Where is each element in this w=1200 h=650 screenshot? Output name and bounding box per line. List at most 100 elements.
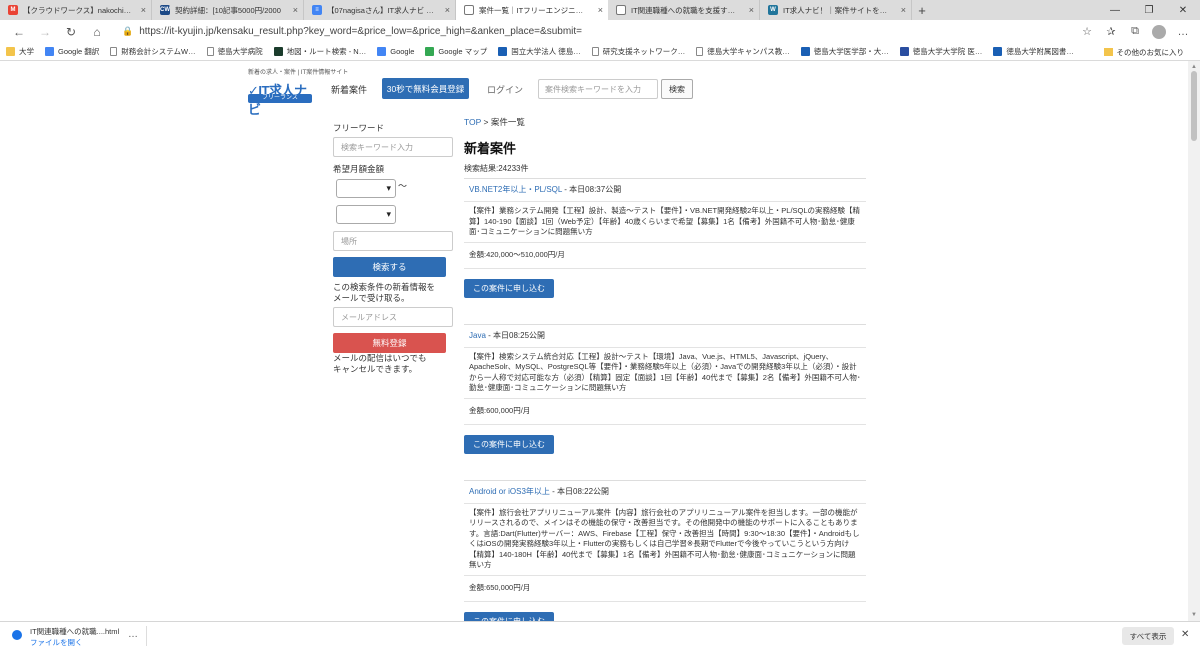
search-submit-button[interactable]: 検索する xyxy=(333,257,446,277)
bookmark-item[interactable]: 徳島大学附属図書… xyxy=(993,46,1074,57)
univ-icon xyxy=(993,47,1003,56)
close-window-icon[interactable]: ✕ xyxy=(1166,0,1200,20)
listing-skill-link[interactable]: Java xyxy=(469,331,486,340)
bookmark-item[interactable]: 徳島大学キャンパス教… xyxy=(696,46,790,57)
bookmark-item[interactable]: Google 翻訳 xyxy=(45,46,99,57)
close-tab-icon[interactable]: × xyxy=(445,5,450,15)
freeword-label: フリーワード xyxy=(333,123,385,133)
bookmark-label: Google xyxy=(390,47,415,56)
browser-tab[interactable]: CW 契約詳細：[10記事5000円/2000 × xyxy=(152,0,304,20)
univ-icon xyxy=(498,47,508,56)
breadcrumb-top-link[interactable]: TOP xyxy=(464,117,481,127)
bookmark-item[interactable]: 徳島大学医学部・大… xyxy=(800,46,889,57)
listing-skill-link[interactable]: Android or iOS3年以上 xyxy=(469,487,550,496)
window-controls: — ❐ ✕ xyxy=(1098,0,1200,20)
header-search-input[interactable]: 案件検索キーワードを入力 xyxy=(538,79,658,99)
scrollbar-thumb[interactable] xyxy=(1191,71,1197,141)
free-register-button[interactable]: 無料登録 xyxy=(333,333,446,353)
profile-icon[interactable] xyxy=(1148,22,1170,42)
browser-tab[interactable]: M 【クラウドワークス】nakochiさんから… × xyxy=(0,0,152,20)
home-icon[interactable]: ⌂ xyxy=(84,21,110,43)
reload-icon[interactable]: ↻ xyxy=(58,21,84,43)
bookmark-label: 財務会計システムW… xyxy=(121,47,196,56)
bookmark-label: 地図・ルート検索 - N… xyxy=(286,47,367,56)
url-field[interactable]: 🔒 https://it-kyujin.jp/kensaku_result.ph… xyxy=(118,23,1070,41)
freeword-input[interactable]: 検索キーワード入力 xyxy=(333,137,453,157)
gmail-icon: M xyxy=(8,5,18,15)
download-bar: IT関連職種への就職....html ファイルを開く … すべて表示 ✕ xyxy=(0,621,1200,650)
bookmark-label: 徳島大学キャンパス教… xyxy=(707,47,790,56)
result-count: 検索結果:24233件 xyxy=(464,164,529,173)
download-more-icon[interactable]: … xyxy=(128,629,138,640)
lock-icon[interactable]: 🔒 xyxy=(122,26,133,37)
bookmark-item[interactable]: 財務会計システムW… xyxy=(110,46,196,57)
bookmark-item[interactable]: 徳島大学大学院 医… xyxy=(899,46,982,57)
close-tab-icon[interactable]: × xyxy=(293,5,298,15)
back-icon[interactable]: ← xyxy=(6,21,32,43)
close-tab-icon[interactable]: × xyxy=(598,5,603,15)
bookmark-label: 国立大学法人 徳島… xyxy=(511,47,581,56)
close-tab-icon[interactable]: × xyxy=(901,5,906,15)
close-tab-icon[interactable]: × xyxy=(141,5,146,15)
bookmark-item[interactable]: 地図・ルート検索 - N… xyxy=(273,46,367,57)
listing-skill-link[interactable]: VB.NET2年以上・PL/SQL xyxy=(469,185,562,194)
other-bookmarks-label: その他のお気に入り xyxy=(1116,47,1185,57)
web-page: 新着の求人・案件 | IT案件情報サイト ✓IT求人ナビ フリーランス 新着案件… xyxy=(0,61,1188,621)
close-download-bar-icon[interactable]: ✕ xyxy=(1181,629,1189,640)
bookmark-item[interactable]: Google xyxy=(377,47,414,56)
show-all-downloads-button[interactable]: すべて表示 xyxy=(1122,627,1174,645)
listing-card: Android or iOS3年以上 - 本日08:22公開 【案件】旅行会社アプ… xyxy=(464,479,866,621)
address-bar: ← → ↻ ⌂ 🔒 https://it-kyujin.jp/kensaku_r… xyxy=(0,20,1200,43)
tab-title: 【クラウドワークス】nakochiさんから… xyxy=(23,5,133,15)
minimize-icon[interactable]: — xyxy=(1098,0,1132,20)
email-input[interactable]: メールアドレス xyxy=(333,307,453,327)
logo-sub: フリーランス xyxy=(248,94,312,103)
bookmark-item[interactable]: 大学 xyxy=(6,46,34,57)
browser-tab[interactable]: W IT求人ナビ！｜案件サイトを徹底比 × xyxy=(760,0,912,20)
apply-button[interactable]: この案件に申し込む xyxy=(464,434,554,454)
page-scrollbar[interactable]: ▲ ▼ xyxy=(1188,61,1200,621)
bookmark-item[interactable]: 徳島大学病院 xyxy=(206,46,263,57)
header-search-button[interactable]: 検索 xyxy=(661,79,693,99)
bookmark-item[interactable]: 国立大学法人 徳島… xyxy=(498,46,581,57)
login-link[interactable]: ログイン xyxy=(487,83,523,96)
listing-description: 【案件】旅行会社アプリリニューアル案件【内容】旅行会社のアプリリニューアル案件を… xyxy=(464,502,866,576)
listing-title: VB.NET2年以上・PL/SQL - 本日08:37公開 xyxy=(464,183,866,197)
listing-description: 【案件】検索システム統合対応【工程】設計〜テスト【環境】Java、Vue.js、… xyxy=(464,346,866,399)
cancel-note: メールの配信はいつでも キャンセルできます。 xyxy=(333,353,427,374)
favorites-icon[interactable]: ✰ xyxy=(1100,22,1122,42)
scroll-up-icon[interactable]: ▲ xyxy=(1191,64,1197,70)
site-logo[interactable]: ✓IT求人ナビ フリーランス xyxy=(248,80,312,117)
scroll-down-icon[interactable]: ▼ xyxy=(1191,612,1197,618)
apply-button[interactable]: この案件に申し込む xyxy=(464,611,554,621)
settings-more-icon[interactable]: … xyxy=(1172,22,1194,42)
page-icon xyxy=(206,47,214,56)
price-low-select[interactable] xyxy=(336,179,396,198)
forward-icon[interactable]: → xyxy=(32,21,58,43)
navitime-icon xyxy=(273,47,283,56)
apply-button[interactable]: この案件に申し込む xyxy=(464,278,554,298)
bookmark-item[interactable]: 研究支援ネットワーク… xyxy=(591,46,685,57)
bookmark-item[interactable]: Google マップ xyxy=(425,46,487,57)
browser-tab[interactable]: IT関連職種への就職を支援するIT × xyxy=(608,0,760,20)
breadcrumb-separator: > xyxy=(481,117,491,127)
google-icon xyxy=(377,47,387,56)
browser-tab[interactable]: 案件一覧｜ITフリーエンジニア案件を × xyxy=(456,0,608,20)
download-filename[interactable]: IT関連職種への就職....html xyxy=(30,626,119,637)
collections-icon[interactable]: ⧉ xyxy=(1124,22,1146,42)
place-input[interactable]: 場所 xyxy=(333,231,453,251)
bookmark-label: 徳島大学附属図書… xyxy=(1006,47,1074,56)
folder-icon xyxy=(1103,48,1113,56)
register-button[interactable]: 30秒で無料会員登録 xyxy=(382,78,469,99)
maximize-icon[interactable]: ❐ xyxy=(1132,0,1166,20)
new-tab-button[interactable]: + xyxy=(912,0,932,20)
browser-tab[interactable]: ≡ 【07nagisaさん】IT求人ナビ 記事 × xyxy=(304,0,456,20)
other-bookmarks[interactable]: その他のお気に入り xyxy=(1097,43,1185,60)
price-high-select[interactable] xyxy=(336,205,396,224)
favorite-star-icon[interactable]: ☆ xyxy=(1076,22,1098,42)
close-tab-icon[interactable]: × xyxy=(749,5,754,15)
tab-title: 案件一覧｜ITフリーエンジニア案件を xyxy=(479,5,590,15)
open-file-link[interactable]: ファイルを開く xyxy=(30,637,83,648)
nav-new-listings[interactable]: 新着案件 xyxy=(331,83,367,96)
bookmark-label: Google マップ xyxy=(438,47,488,56)
